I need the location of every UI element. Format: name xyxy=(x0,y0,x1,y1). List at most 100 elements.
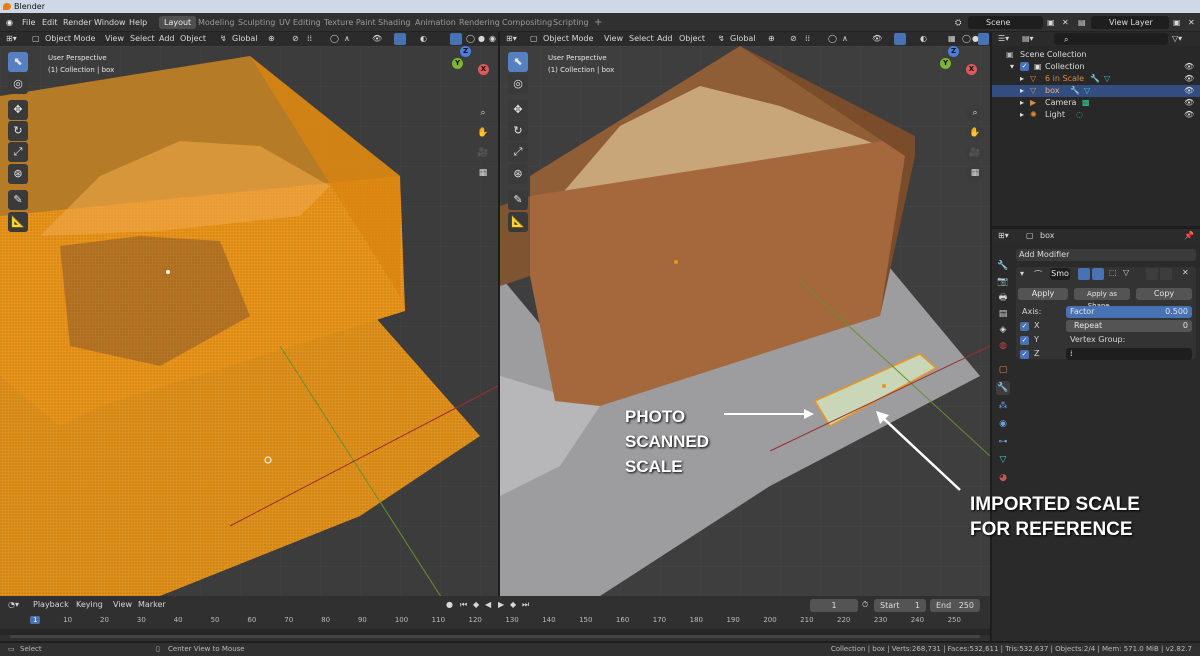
shading-rendered-icon[interactable] xyxy=(978,33,989,45)
overlay-icon[interactable]: ◐ xyxy=(920,32,927,46)
material-tab-icon[interactable]: ◕ xyxy=(996,471,1010,485)
scale-tool-icon[interactable]: ⤢ xyxy=(8,142,28,162)
ortho-grid-icon[interactable]: ▦ xyxy=(474,164,492,182)
annotate-tool-icon[interactable]: ✎ xyxy=(8,190,28,210)
blender-menu-icon[interactable]: ◉ xyxy=(6,16,13,29)
menu-render[interactable]: Render xyxy=(63,16,91,29)
outliner-display-icon[interactable]: ▤▾ xyxy=(1022,32,1034,46)
modifier-name-field[interactable]: Smo xyxy=(1050,268,1070,280)
apply-as-shape-button[interactable]: Apply as Shape... xyxy=(1074,288,1130,310)
visibility-eye-icon[interactable]: 👁 xyxy=(1184,97,1194,109)
outliner-scene-collection[interactable]: ▣ Scene Collection xyxy=(992,49,1200,61)
right-viewport[interactable]: User Perspective (1) Collection | box ⬉ … xyxy=(500,46,990,596)
expand-arrow-icon[interactable]: ▸ xyxy=(1020,73,1024,85)
expand-arrow-icon[interactable]: ▸ xyxy=(1020,97,1024,109)
transform-tool-icon[interactable]: ⊛ xyxy=(8,164,28,184)
ortho-grid-icon[interactable]: ▦ xyxy=(966,164,984,182)
add-modifier-dropdown[interactable]: Add Modifier xyxy=(1016,249,1196,261)
camera-view-icon[interactable]: 🎥 xyxy=(966,144,984,162)
expand-arrow-icon[interactable]: ▸ xyxy=(1020,85,1024,97)
camera-view-icon[interactable]: 🎥 xyxy=(474,144,492,162)
axis-z-checkbox[interactable]: ✓ xyxy=(1020,350,1029,359)
expand-arrow-icon[interactable]: ▸ xyxy=(1020,109,1024,121)
gizmo-z-axis-icon[interactable]: Z xyxy=(948,46,959,57)
tab-uv-editing[interactable]: UV Editing xyxy=(274,16,326,29)
snap-icon[interactable]: ⊘ xyxy=(790,32,797,46)
visibility-icon[interactable]: 👁 xyxy=(872,32,882,46)
cursor-tool-icon[interactable]: ◎ xyxy=(508,74,528,94)
pin-icon[interactable]: 📌 xyxy=(1184,229,1194,243)
tab-layout[interactable]: Layout xyxy=(159,16,197,29)
cage-toggle-icon[interactable]: ▽ xyxy=(1123,268,1129,277)
gizmo-toggle-icon[interactable] xyxy=(394,33,406,45)
orientation-selector[interactable]: Global xyxy=(232,32,258,46)
menu-file[interactable]: File xyxy=(22,16,35,29)
world-tab-icon[interactable]: ◍ xyxy=(996,339,1010,353)
apply-button[interactable]: Apply xyxy=(1018,288,1068,300)
tab-scripting[interactable]: Scripting xyxy=(548,16,594,29)
render-toggle-icon[interactable]: ⬚ xyxy=(1109,268,1117,277)
scene-delete-icon[interactable]: ✕ xyxy=(1062,16,1069,29)
outliner-item-6in-scale[interactable]: ▸ ▽ 6 in Scale 🔧 ▽ 👁 xyxy=(992,73,1200,85)
edit-mode-toggle-icon[interactable] xyxy=(1078,268,1090,280)
visibility-eye-icon[interactable]: 👁 xyxy=(1184,85,1194,97)
select-tool-icon[interactable]: ⬉ xyxy=(8,52,28,72)
collapse-arrow-icon[interactable]: ▾ xyxy=(1020,269,1024,278)
copy-button[interactable]: Copy xyxy=(1136,288,1192,300)
filter-icon[interactable]: ▽▾ xyxy=(1172,32,1182,46)
proportional-icon[interactable]: ◯ xyxy=(330,32,339,46)
visibility-icon[interactable]: 👁 xyxy=(372,32,382,46)
shading-wire-icon[interactable]: ◯ xyxy=(962,32,971,46)
menu-add[interactable]: Add xyxy=(657,32,673,46)
outliner-search-input[interactable]: ⌕ xyxy=(1054,33,1168,45)
axis-y-checkbox[interactable]: ✓ xyxy=(1020,336,1029,345)
vertex-group-field[interactable]: ⁞ xyxy=(1066,348,1192,360)
editor-type-icon[interactable]: ⊞▾ xyxy=(506,32,517,46)
outliner-item-light[interactable]: ▸ ✺ Light ◌ 👁 xyxy=(992,109,1200,121)
modifier-tab-icon[interactable]: 🔧 xyxy=(996,381,1010,395)
snap-icon[interactable]: ⊘ xyxy=(292,32,299,46)
tool-tab-icon[interactable]: 🔧 xyxy=(996,259,1010,273)
view-layer-tab-icon[interactable]: ▤ xyxy=(996,307,1010,321)
orientation-selector[interactable]: Global xyxy=(730,32,756,46)
move-down-icon[interactable] xyxy=(1160,268,1172,280)
add-workspace-icon[interactable]: + xyxy=(589,16,607,29)
data-tab-icon[interactable]: ▽ xyxy=(996,453,1010,467)
pivot-icon[interactable]: ⊕ xyxy=(768,32,775,46)
mode-selector[interactable]: Object Mode xyxy=(543,32,593,46)
shading-material-icon[interactable]: ◉ xyxy=(489,32,496,46)
view-layer-delete-icon[interactable]: ✕ xyxy=(1188,16,1195,29)
render-tab-icon[interactable]: 📷 xyxy=(996,275,1010,289)
physics-tab-icon[interactable]: ◉ xyxy=(996,417,1010,431)
transform-tool-icon[interactable]: ⊛ xyxy=(508,164,528,184)
visibility-eye-icon[interactable]: 👁 xyxy=(1184,73,1194,85)
shading-wire-icon[interactable]: ◯ xyxy=(466,32,475,46)
pan-hand-icon[interactable]: ✋ xyxy=(966,124,984,142)
scale-tool-icon[interactable]: ⤢ xyxy=(508,142,528,162)
menu-window[interactable]: Window xyxy=(94,16,126,29)
expand-arrow-icon[interactable]: ▾ xyxy=(1010,61,1014,73)
falloff-icon[interactable]: ∧ xyxy=(344,32,350,46)
gizmo-z-axis-icon[interactable]: Z xyxy=(460,46,471,57)
menu-edit[interactable]: Edit xyxy=(42,16,58,29)
particles-tab-icon[interactable]: ⁂ xyxy=(996,399,1010,413)
zoom-icon[interactable]: ⌕ xyxy=(966,104,984,122)
proportional-icon[interactable]: ◯ xyxy=(828,32,837,46)
visibility-eye-icon[interactable]: 👁 xyxy=(1184,109,1194,121)
select-tool-icon[interactable]: ⬉ xyxy=(508,52,528,72)
pivot-icon[interactable]: ⊕ xyxy=(268,32,275,46)
menu-view[interactable]: View xyxy=(604,32,623,46)
xray-toggle-icon[interactable]: ▦ xyxy=(948,32,956,46)
measure-tool-icon[interactable]: 📐 xyxy=(508,212,528,232)
outliner-item-camera[interactable]: ▸ ▶ Camera ▩ 👁 xyxy=(992,97,1200,109)
gizmo-x-axis-icon[interactable]: X xyxy=(478,64,489,75)
remove-modifier-icon[interactable]: ✕ xyxy=(1182,268,1189,277)
repeat-field[interactable]: Repeat 0 xyxy=(1066,320,1192,332)
outliner-collection[interactable]: ▾ ✓ ▣ Collection 👁 xyxy=(992,61,1200,73)
view-layer-copy-icon[interactable]: ▣ xyxy=(1173,16,1181,29)
menu-select[interactable]: Select xyxy=(130,32,155,46)
view-layer-selector[interactable]: View Layer xyxy=(1091,16,1169,29)
zoom-icon[interactable]: ⌕ xyxy=(474,104,492,122)
tab-texture-paint[interactable]: Texture Paint xyxy=(319,16,381,29)
xray-toggle-icon[interactable] xyxy=(450,33,462,45)
